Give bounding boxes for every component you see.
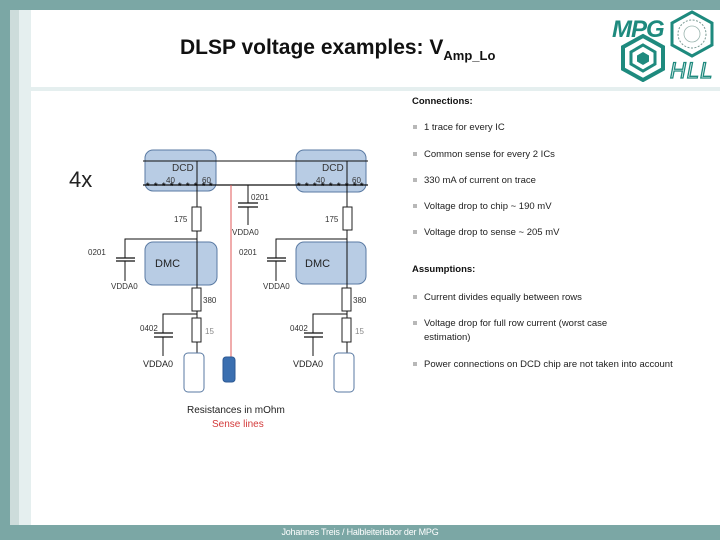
pin-marker: *: [186, 181, 190, 191]
cap-0201-label: 0201: [88, 248, 106, 257]
resistor-175-label: 175: [325, 215, 339, 224]
left-branch: DCD 40 60 175 DMC 0201 VDDA0 380 0402 VD…: [88, 149, 218, 393]
vdda0-label: VDDA0: [293, 359, 323, 369]
pin-marker: *: [146, 181, 150, 191]
resistor-175-label: 175: [174, 215, 188, 224]
vdda0-shared-label: VDDA0: [232, 228, 259, 237]
cap-0201-label: 0201: [239, 248, 257, 257]
cap-0201-shared-label: 0201: [251, 193, 269, 202]
pin-markers-left: * * * * * * * * *: [146, 181, 213, 191]
dmc-label: DMC: [155, 258, 180, 270]
cap-0402-label: 0402: [290, 324, 308, 333]
multiplier-label: 4x: [69, 167, 92, 192]
resistor-380-label: 380: [203, 296, 217, 305]
sensor-chip: [333, 352, 355, 393]
cap-0402-label: 0402: [140, 324, 158, 333]
vdda0-label: VDDA0: [111, 282, 138, 291]
pin-marker: *: [305, 181, 309, 191]
pin-marker: *: [154, 181, 158, 191]
resistor-380: [191, 287, 202, 312]
resistor-175: [191, 206, 202, 232]
resistor-175: [342, 206, 353, 231]
sensor-chip: [183, 352, 205, 393]
circuit-diagram: 4x DCD 40 60 175 DMC 0201 VDDA0 380 0402…: [69, 149, 368, 430]
resistor-15: [191, 317, 202, 343]
pin-marker: *: [209, 181, 213, 191]
resistor-15-label: 15: [205, 327, 214, 336]
pin-marker: *: [170, 181, 174, 191]
pin-marker: *: [345, 181, 349, 191]
pin-marker: *: [162, 181, 166, 191]
pin-marker: *: [353, 181, 357, 191]
pin-marker: *: [360, 181, 364, 191]
legend-sense-lines: Sense lines: [212, 419, 264, 430]
pin-marker: *: [321, 181, 325, 191]
pin-marker: *: [329, 181, 333, 191]
pin-marker: *: [202, 181, 206, 191]
resistor-15-label: 15: [355, 327, 364, 336]
pin-marker: *: [337, 181, 341, 191]
dcd-label: DCD: [172, 163, 194, 174]
pin-marker: *: [194, 181, 198, 191]
resistor-380-label: 380: [353, 296, 367, 305]
vdda0-label: VDDA0: [263, 282, 290, 291]
legend-resistance: Resistances in mOhm: [187, 405, 285, 416]
pin-marker: *: [313, 181, 317, 191]
dmc-label: DMC: [305, 258, 330, 270]
pin-marker: *: [178, 181, 182, 191]
resistor-380: [341, 287, 352, 312]
vdda0-label: VDDA0: [143, 359, 173, 369]
dcd-label: DCD: [322, 163, 344, 174]
sense-chip: [222, 356, 236, 383]
pin-markers-right: * * * * * * * * *: [297, 181, 364, 191]
pin-marker: *: [297, 181, 301, 191]
footer-text: Johannes Treis / Halbleiterlabor der MPG: [281, 527, 439, 537]
resistor-15: [341, 317, 352, 343]
